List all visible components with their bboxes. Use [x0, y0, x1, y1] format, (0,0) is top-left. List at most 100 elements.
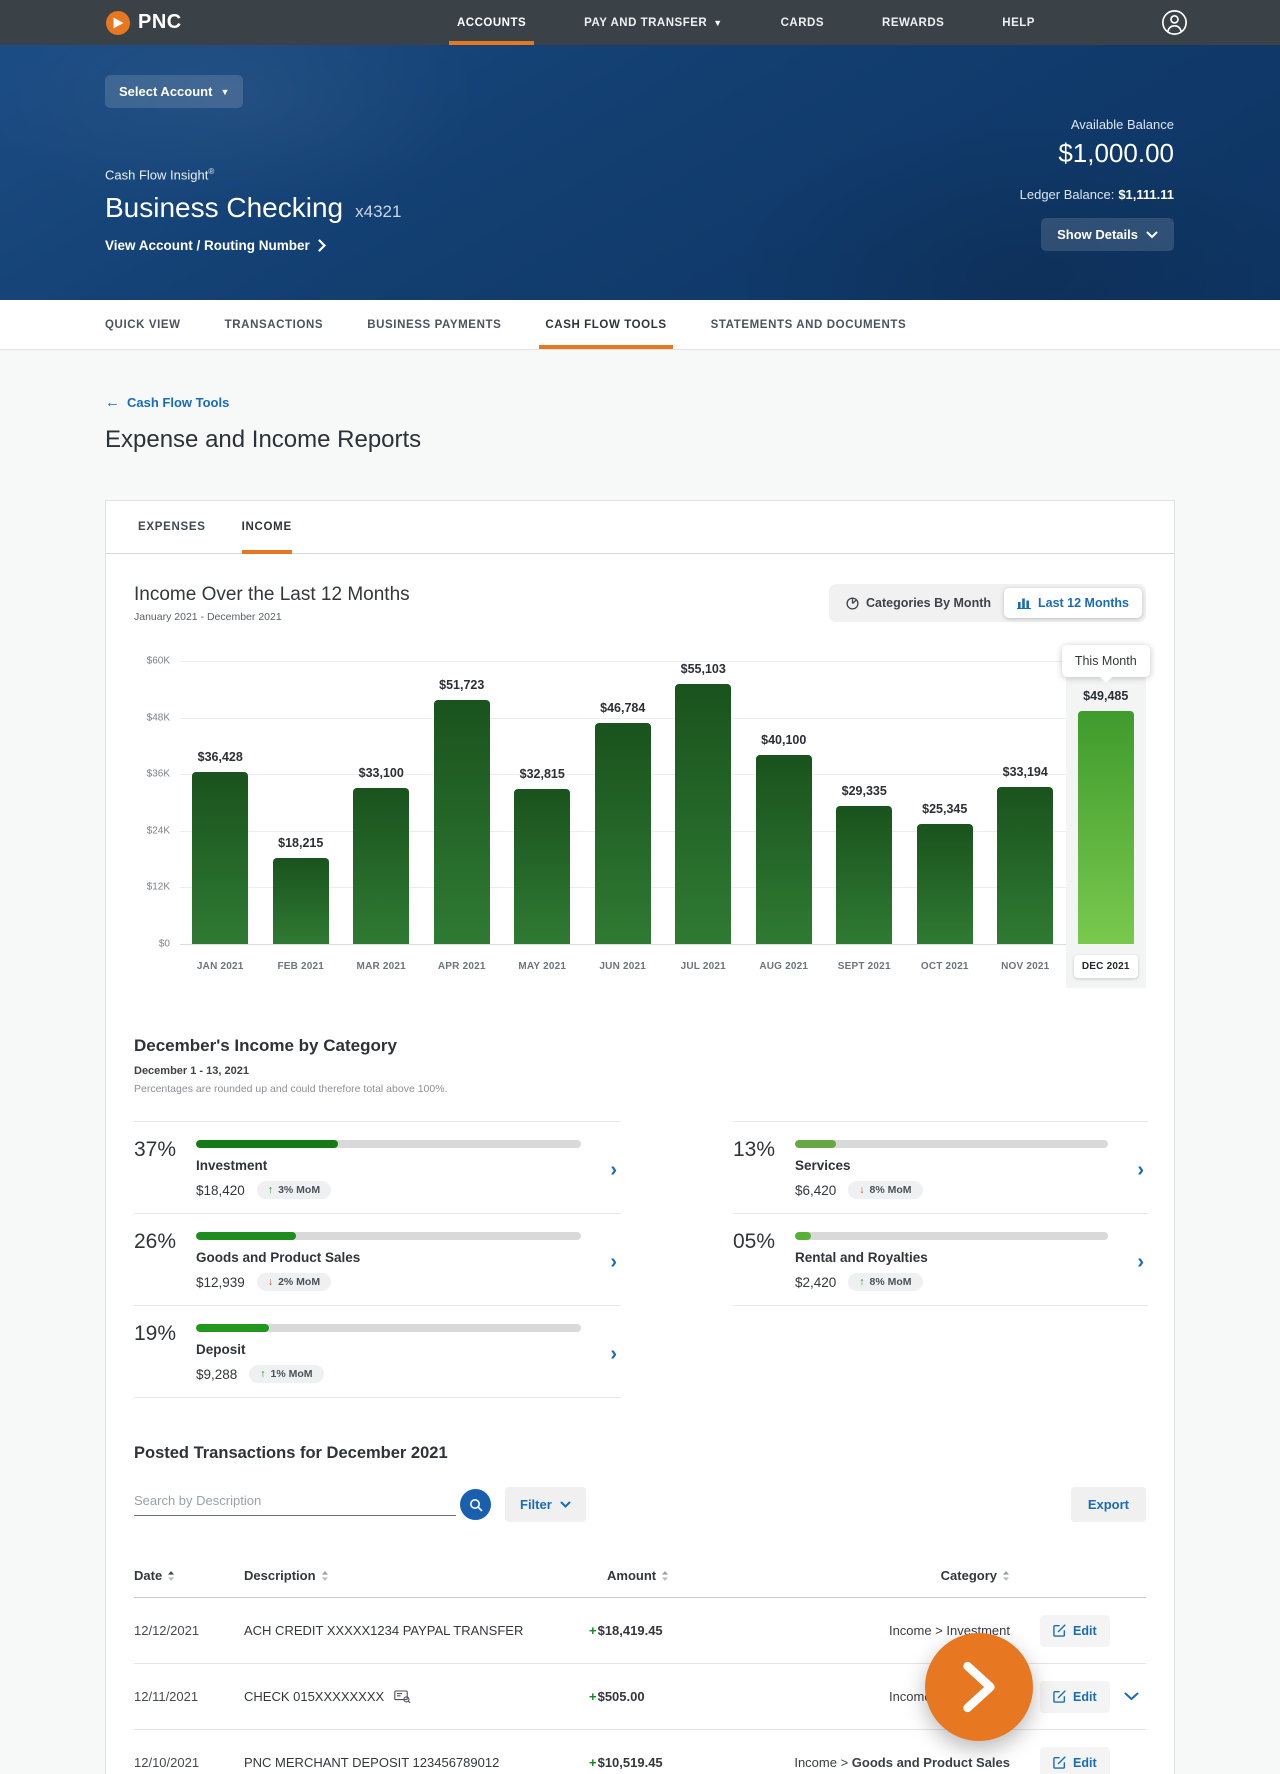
category-name: Services: [795, 1158, 851, 1173]
column-header-category[interactable]: Category: [757, 1568, 1010, 1583]
bar-value-label: $46,784: [600, 701, 646, 715]
tab-transactions[interactable]: TRANSACTIONS: [225, 300, 324, 349]
last-12-months-button[interactable]: Last 12 Months: [1004, 588, 1142, 618]
select-account-button[interactable]: Select Account ▼: [105, 75, 244, 108]
pnc-logo-mark-icon: [105, 10, 131, 36]
income-bar[interactable]: [272, 858, 329, 944]
bar-value-label: $55,103: [680, 662, 726, 676]
edit-button[interactable]: Edit: [1040, 1680, 1110, 1713]
category-amount: $9,288: [196, 1366, 238, 1382]
edit-button[interactable]: Edit: [1040, 1614, 1110, 1647]
chart-column-aug-2021: $40,100 AUG 2021: [744, 661, 825, 988]
chart-subtitle: January 2021 - December 2021: [134, 611, 282, 623]
column-header-date[interactable]: Date: [134, 1568, 244, 1583]
search-button[interactable]: [460, 1489, 491, 1520]
transaction-amount: +$10,519.45: [589, 1755, 663, 1770]
search-icon: [469, 1498, 483, 1512]
categories-note: Percentages are rounded up and could the…: [134, 1083, 448, 1095]
x-axis-label: MAR 2021: [356, 960, 406, 972]
chevron-right-icon[interactable]: ›: [610, 1252, 617, 1272]
sort-icon: [661, 1570, 669, 1582]
income-bar[interactable]: [594, 723, 651, 944]
export-button[interactable]: Export: [1070, 1487, 1146, 1522]
back-link[interactable]: ← Cash Flow Tools: [105, 394, 229, 411]
chart-column-sept-2021: $29,335 SEPT 2021: [824, 661, 905, 988]
income-bar[interactable]: [353, 788, 410, 944]
nav-item-help[interactable]: HELP: [1000, 0, 1037, 45]
view-account-routing-link[interactable]: View Account / Routing Number: [105, 238, 401, 253]
transaction-date: 12/11/2021: [134, 1689, 199, 1704]
income-bar[interactable]: [192, 772, 249, 944]
income-bar[interactable]: [675, 684, 732, 944]
nav-item-label: ACCOUNTS: [457, 16, 527, 29]
tab-expenses[interactable]: EXPENSES: [138, 501, 206, 553]
bar-value-label: $18,215: [278, 836, 324, 850]
category-progress-fill: [795, 1232, 811, 1240]
bar-value-label: $36,428: [197, 750, 243, 764]
nav-item-cards[interactable]: CARDS: [779, 0, 826, 45]
category-name: Deposit: [196, 1342, 246, 1357]
transactions-title: Posted Transactions for December 2021: [134, 1444, 448, 1462]
x-axis-label: AUG 2021: [759, 960, 809, 972]
category-item-deposit[interactable]: 19% Deposit $9,288 ↑ 1% MoM ›: [134, 1305, 621, 1398]
category-item-rental-and-royalties[interactable]: 05% Rental and Royalties $2,420 ↑ 8% MoM ›: [733, 1213, 1148, 1306]
income-bar[interactable]: [916, 824, 973, 944]
tab-quick-view[interactable]: QUICK VIEW: [105, 300, 181, 349]
top-nav: PNC ACCOUNTS PAY AND TRANSFER ▼ CARDS REWARD…: [0, 0, 1280, 45]
transaction-date: 12/12/2021: [134, 1623, 200, 1638]
active-tab-underline: [241, 550, 292, 554]
bar-value-label: $32,815: [519, 767, 565, 781]
category-item-goods-and-product-sales[interactable]: 26% Goods and Product Sales $12,939 ↓ 2% MoM…: [134, 1213, 621, 1305]
chevron-right-icon[interactable]: ›: [1137, 1160, 1144, 1180]
nav-item-rewards[interactable]: REWARDS: [880, 0, 946, 45]
income-bar[interactable]: [836, 806, 893, 944]
income-bar[interactable]: [514, 789, 571, 944]
view-check-icon[interactable]: [394, 1690, 411, 1703]
chevron-right-icon[interactable]: ›: [610, 1344, 617, 1364]
income-bar[interactable]: [1077, 711, 1134, 944]
search-input[interactable]: [134, 1493, 456, 1508]
chevron-right-icon[interactable]: ›: [610, 1160, 617, 1180]
report-tabs: EXPENSES INCOME: [106, 501, 1174, 554]
nav-item-accounts[interactable]: ACCOUNTS: [449, 0, 535, 45]
tab-income[interactable]: INCOME: [241, 501, 292, 554]
tab-business-payments[interactable]: BUSINESS PAYMENTS: [367, 300, 501, 349]
tab-statements-and-documents[interactable]: STATEMENTS AND DOCUMENTS: [711, 300, 907, 349]
mom-text: 1% MoM: [270, 1368, 313, 1380]
mom-badge: ↑ 8% MoM: [848, 1273, 923, 1291]
tab-cash-flow-tools[interactable]: CASH FLOW TOOLS: [539, 300, 673, 349]
edit-button[interactable]: Edit: [1040, 1746, 1110, 1774]
category-progress-fill: [196, 1232, 297, 1240]
column-header-description[interactable]: Description: [244, 1568, 589, 1583]
mom-badge: ↓ 8% MoM: [848, 1181, 923, 1199]
income-bar[interactable]: [433, 700, 490, 944]
categories-date-range: December 1 - 13, 2021: [134, 1065, 249, 1077]
show-details-button[interactable]: Show Details: [1041, 218, 1174, 251]
arrow-up-icon: ↑: [267, 1184, 274, 1196]
arrow-up-icon: ↑: [859, 1276, 865, 1288]
income-bar[interactable]: [755, 755, 812, 944]
income-bar[interactable]: [997, 787, 1054, 944]
chevron-right-icon[interactable]: ›: [1137, 1252, 1144, 1272]
mom-text: 8% MoM: [869, 1276, 912, 1288]
category-item-services[interactable]: 13% Services $6,420 ↓ 8% MoM ›: [733, 1121, 1148, 1213]
nav-item-pay-and-transfer[interactable]: PAY AND TRANSFER ▼: [582, 0, 724, 45]
chart-column-jun-2021: $46,784 JUN 2021: [583, 661, 664, 988]
y-axis-tick: $60K: [146, 655, 170, 667]
nav-menu: ACCOUNTS PAY AND TRANSFER ▼ CARDS REWARDS HEL…: [449, 0, 1037, 45]
pnc-logo[interactable]: PNC: [105, 10, 182, 36]
expand-row-chevron-icon[interactable]: [1124, 1692, 1139, 1701]
next-step-indicator[interactable]: [925, 1633, 1033, 1741]
bar-value-label: $51,723: [439, 678, 485, 692]
tab-label: BUSINESS PAYMENTS: [367, 318, 502, 331]
category-item-investment[interactable]: 37% Investment $18,420 ↑ 3% MoM ›: [134, 1121, 621, 1213]
x-axis-label: DEC 2021: [1066, 944, 1147, 988]
ledger-balance: Ledger Balance: $1,111.11: [1019, 187, 1174, 202]
filter-button[interactable]: Filter: [505, 1487, 586, 1522]
chart-column-feb-2021: $18,215 FEB 2021: [261, 661, 342, 988]
category-amount: $12,939: [196, 1274, 245, 1290]
categories-by-month-button[interactable]: Categories By Month: [833, 588, 1004, 618]
profile-icon[interactable]: [1161, 9, 1188, 36]
column-header-amount[interactable]: Amount: [607, 1568, 757, 1583]
transaction-amount: +$505.00: [589, 1689, 645, 1704]
